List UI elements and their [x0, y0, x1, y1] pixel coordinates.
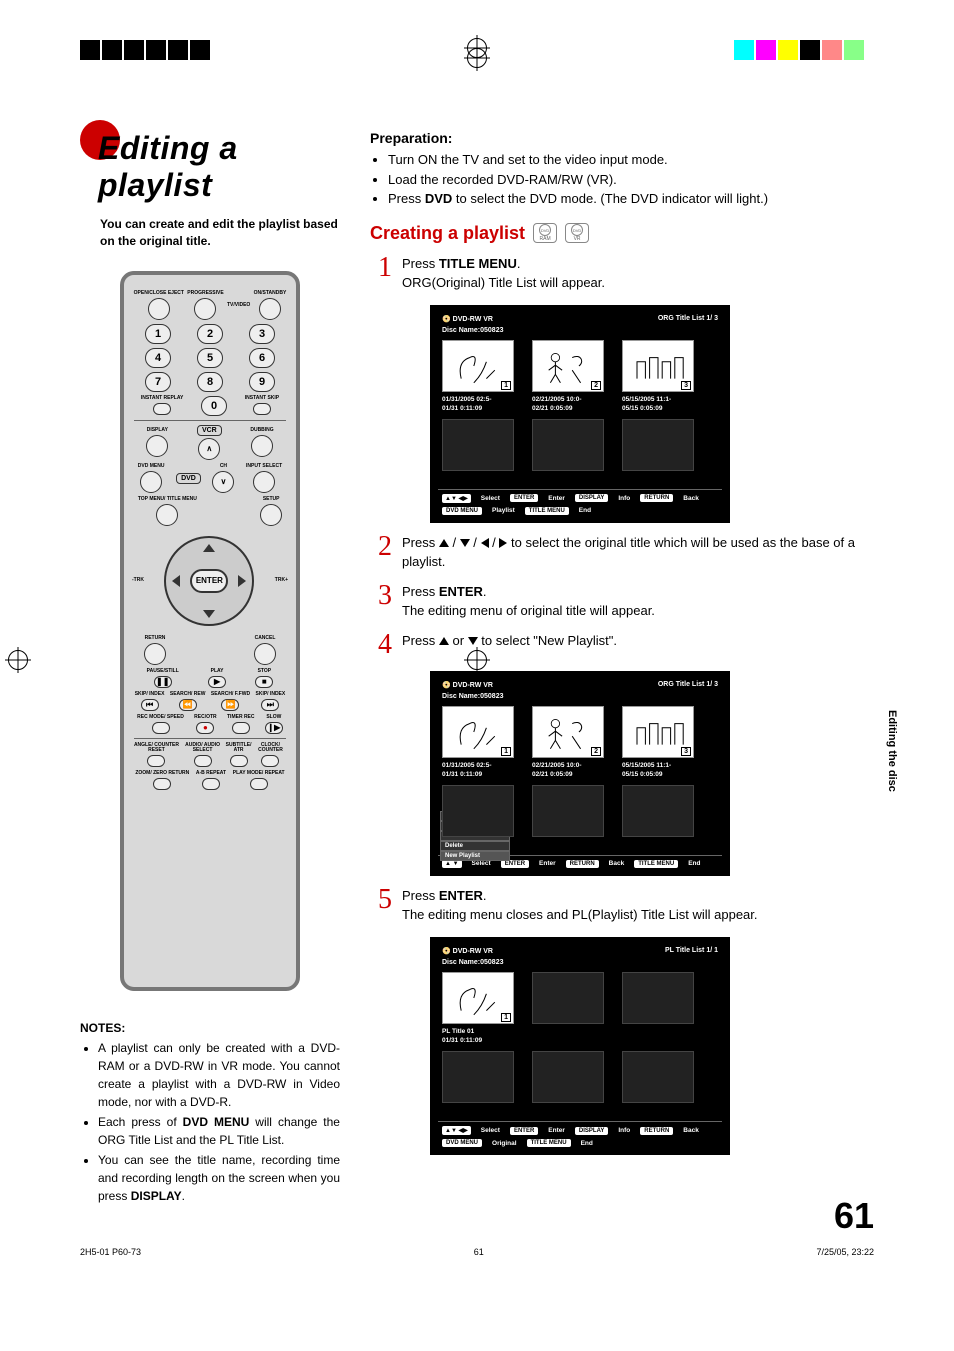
eject-button[interactable] — [148, 298, 170, 320]
osd-title-list-2: 📀 DVD-RW VRORG Title List 1/ 3Disc Name:… — [430, 671, 730, 876]
rec-mode-button[interactable] — [152, 722, 170, 734]
remote-control-illustration: OPEN/CLOSE EJECT PROGRESSIVE TV/VIDEO ON… — [120, 271, 300, 991]
num-9[interactable]: 9 — [249, 372, 275, 392]
arrow-right-icon — [499, 538, 507, 548]
dubbing-button[interactable] — [251, 435, 273, 457]
num-7[interactable]: 7 — [145, 372, 171, 392]
intro-text: You can create and edit the playlist bas… — [100, 216, 340, 251]
instant-replay-button[interactable] — [153, 403, 171, 415]
direction-pad[interactable]: ENTER — [164, 536, 254, 626]
vcr-button[interactable]: VCR — [197, 425, 222, 436]
notes-list: A playlist can only be created with a DV… — [98, 1039, 340, 1205]
arrow-down-icon — [460, 539, 470, 547]
dvd-ram-chip-icon: DVDRAM — [533, 223, 557, 243]
dvd-button[interactable]: DVD — [176, 473, 201, 484]
timer-rec-button[interactable] — [232, 722, 250, 734]
num-5[interactable]: 5 — [197, 348, 223, 368]
display-button[interactable] — [146, 435, 168, 457]
notes-heading: NOTES: — [80, 1021, 340, 1035]
skip-back-button[interactable]: ⏮ — [141, 699, 159, 711]
pause-button[interactable]: ❚❚ — [154, 676, 172, 688]
progressive-button[interactable] — [194, 298, 216, 320]
fast-forward-button[interactable]: ⏩ — [221, 699, 239, 711]
ch-down-button[interactable]: ∨ — [212, 471, 234, 493]
color-registration-blocks — [734, 40, 864, 60]
page-title: Editing a playlist — [98, 130, 340, 204]
num-1[interactable]: 1 — [145, 324, 171, 344]
footer-right: 7/25/05, 23:22 — [816, 1247, 874, 1257]
arrow-right-icon[interactable] — [238, 575, 246, 587]
arrow-left-icon[interactable] — [172, 575, 180, 587]
enter-button[interactable]: ENTER — [190, 569, 228, 593]
preparation-list: Turn ON the TV and set to the video inpu… — [388, 150, 874, 209]
num-8[interactable]: 8 — [197, 372, 223, 392]
arrow-up-icon[interactable] — [203, 544, 215, 552]
cancel-button[interactable] — [254, 643, 276, 665]
osd-title-list-1: 📀 DVD-RW VRORG Title List 1/ 3Disc Name:… — [430, 305, 730, 523]
footer-left: 2H5-01 P60-73 — [80, 1247, 141, 1257]
creating-playlist-heading: Creating a playlist DVDRAM DVDVR — [370, 223, 874, 244]
rewind-button[interactable]: ⏪ — [179, 699, 197, 711]
num-3[interactable]: 3 — [249, 324, 275, 344]
side-tab-label: Editing the disc — [886, 710, 898, 792]
prep-item: Load the recorded DVD-RAM/RW (VR). — [388, 170, 874, 190]
return-button[interactable] — [144, 643, 166, 665]
num-0[interactable]: 0 — [201, 396, 227, 416]
instant-skip-button[interactable] — [253, 403, 271, 415]
num-2[interactable]: 2 — [197, 324, 223, 344]
footer-center: 61 — [474, 1247, 484, 1257]
setup-button[interactable] — [260, 504, 282, 526]
dvd-vr-chip-icon: DVDVR — [565, 223, 589, 243]
osd-pl-title-list: 📀 DVD-RW VRPL Title List 1/ 1Disc Name:0… — [430, 937, 730, 1155]
step-1: 1 Press TITLE MENU. ORG(Original) Title … — [370, 254, 874, 293]
arrow-up-icon — [439, 539, 449, 547]
num-4[interactable]: 4 — [145, 348, 171, 368]
prep-item: Press DVD to select the DVD mode. (The D… — [388, 189, 874, 209]
stop-button[interactable]: ■ — [255, 676, 273, 688]
note-item: A playlist can only be created with a DV… — [98, 1039, 340, 1111]
slow-button[interactable]: ❙▶ — [265, 722, 283, 734]
page-number: 61 — [834, 1195, 874, 1237]
arrow-up-icon — [439, 637, 449, 645]
arrow-down-icon — [468, 637, 478, 645]
note-item: You can see the title name, recording ti… — [98, 1151, 340, 1205]
arrow-left-icon — [481, 538, 489, 548]
record-button[interactable]: ● — [196, 722, 214, 734]
registration-mark-bottom-icon — [467, 48, 487, 68]
step-2: 2 Press / / / to select the original tit… — [370, 533, 874, 572]
note-item: Each press of DVD MENU will change the O… — [98, 1113, 340, 1149]
prep-item: Turn ON the TV and set to the video inpu… — [388, 150, 874, 170]
step-3: 3 Press ENTER. The editing menu of origi… — [370, 582, 874, 621]
title-menu-button[interactable] — [156, 504, 178, 526]
arrow-down-icon[interactable] — [203, 610, 215, 618]
input-select-button[interactable] — [253, 471, 275, 493]
num-6[interactable]: 6 — [249, 348, 275, 368]
footer-print-info: 2H5-01 P60-73 61 7/25/05, 23:22 — [0, 1247, 954, 1277]
play-button[interactable]: ▶ — [208, 676, 226, 688]
power-button[interactable] — [259, 298, 281, 320]
skip-forward-button[interactable]: ⏭ — [261, 699, 279, 711]
preparation-heading: Preparation: — [370, 130, 874, 146]
step-5: 5 Press ENTER. The editing menu closes a… — [370, 886, 874, 925]
ch-up-button[interactable]: ∧ — [198, 438, 220, 460]
step-number: 1 — [370, 254, 392, 293]
dvd-menu-button[interactable] — [140, 471, 162, 493]
step-4: 4 Press or to select "New Playlist". — [370, 631, 874, 659]
black-registration-blocks — [80, 40, 210, 60]
